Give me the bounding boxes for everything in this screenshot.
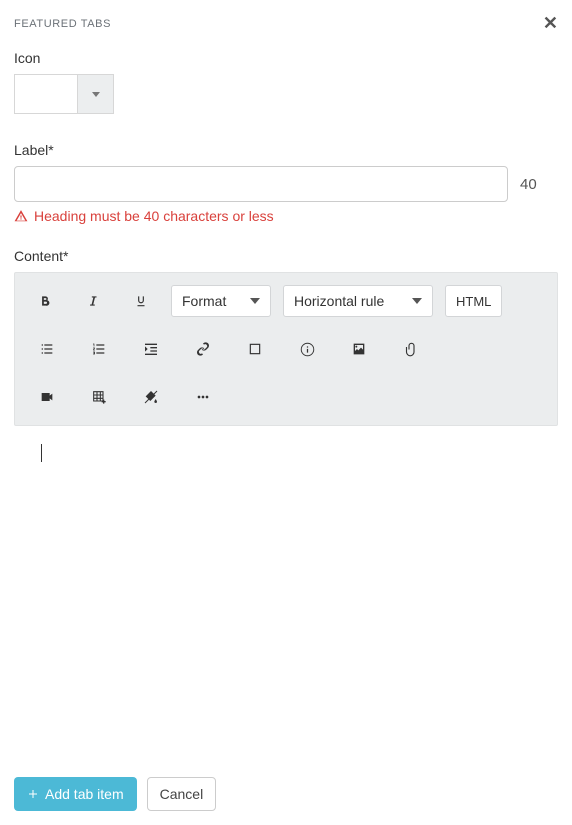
char-count: 40 (520, 176, 537, 193)
bullet-list-button[interactable] (21, 331, 73, 367)
chevron-down-icon (250, 298, 260, 304)
table-button[interactable] (73, 379, 125, 415)
text-cursor (41, 444, 42, 462)
paperclip-icon (404, 342, 419, 357)
paint-bucket-icon (143, 389, 159, 405)
table-icon (91, 389, 107, 405)
plus-icon (27, 788, 39, 800)
icon-picker-toggle[interactable] (77, 75, 113, 113)
box-button[interactable] (229, 331, 281, 367)
underline-icon (134, 294, 148, 308)
info-button[interactable] (281, 331, 333, 367)
horizontal-rule-label: Horizontal rule (294, 293, 384, 309)
info-icon (300, 342, 315, 357)
icon-field-label: Icon (14, 50, 558, 66)
label-error-text: Heading must be 40 characters or less (34, 208, 274, 224)
bold-button[interactable] (21, 283, 69, 319)
html-button[interactable]: HTML (445, 285, 502, 317)
more-button[interactable] (177, 379, 229, 415)
video-button[interactable] (21, 379, 73, 415)
warning-icon (14, 209, 28, 223)
label-field-label: Label* (14, 142, 558, 158)
chevron-down-icon (412, 298, 422, 304)
attachment-button[interactable] (385, 331, 437, 367)
indent-button[interactable] (125, 331, 177, 367)
link-button[interactable] (177, 331, 229, 367)
icon-preview (15, 75, 77, 113)
clear-format-button[interactable] (125, 379, 177, 415)
format-select[interactable]: Format (171, 285, 271, 317)
video-icon (39, 389, 55, 405)
numbered-list-icon (91, 341, 107, 357)
image-button[interactable] (333, 331, 385, 367)
numbered-list-button[interactable] (73, 331, 125, 367)
content-field-label: Content* (14, 248, 558, 264)
editor-toolbar: Format Horizontal rule HTML (14, 272, 558, 426)
more-icon (195, 389, 211, 405)
bold-icon (38, 294, 52, 308)
italic-button[interactable] (69, 283, 117, 319)
section-title: FEATURED TABS (14, 18, 111, 30)
content-editor[interactable] (14, 426, 558, 786)
horizontal-rule-select[interactable]: Horizontal rule (283, 285, 433, 317)
link-icon (195, 341, 211, 357)
add-tab-item-button[interactable]: Add tab item (14, 777, 137, 811)
underline-button[interactable] (117, 283, 165, 319)
square-icon (248, 342, 262, 356)
close-icon[interactable]: ✕ (543, 14, 558, 32)
label-input[interactable] (14, 166, 508, 202)
label-error: Heading must be 40 characters or less (14, 208, 558, 224)
indent-icon (143, 341, 159, 357)
image-icon (351, 341, 367, 357)
html-button-label: HTML (456, 294, 491, 309)
cancel-button[interactable]: Cancel (147, 777, 217, 811)
add-tab-item-label: Add tab item (45, 786, 124, 802)
icon-picker[interactable] (14, 74, 114, 114)
italic-icon (86, 294, 100, 308)
format-select-label: Format (182, 293, 226, 309)
chevron-down-icon (92, 92, 100, 97)
cancel-button-label: Cancel (160, 786, 204, 802)
bullet-list-icon (39, 341, 55, 357)
